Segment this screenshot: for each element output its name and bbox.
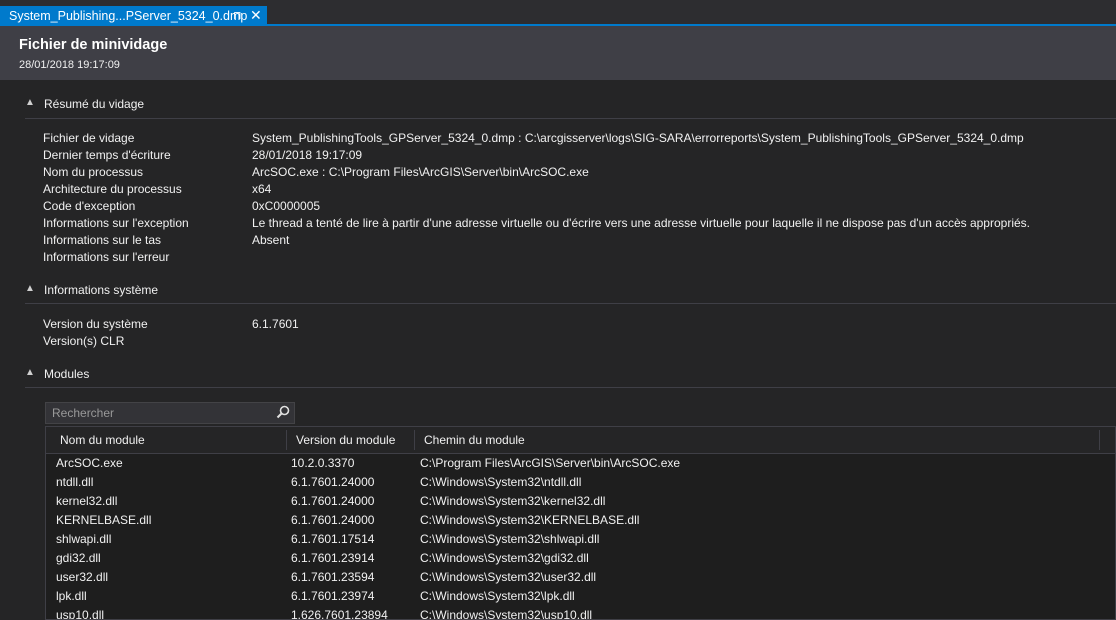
- column-header-path[interactable]: Chemin du module: [424, 433, 525, 447]
- section-system-label[interactable]: Informations système: [44, 283, 158, 297]
- column-resize-handle[interactable]: [286, 430, 287, 450]
- summary-row: Code d'exception 0xC0000005: [43, 199, 1103, 216]
- summary-value: Le thread a tenté de lire à partir d'une…: [252, 216, 1030, 230]
- chevron-up-icon[interactable]: ▲: [25, 367, 35, 378]
- section-header-summary[interactable]: ▲ Résumé du vidage: [25, 96, 1116, 114]
- summary-value: System_PublishingTools_GPServer_5324_0.d…: [252, 131, 1024, 145]
- search-placeholder[interactable]: Rechercher: [52, 406, 114, 420]
- section-divider: [25, 303, 1116, 304]
- table-header: Nom du module Version du module Chemin d…: [46, 427, 1115, 454]
- chevron-up-icon[interactable]: ▲: [25, 97, 35, 108]
- module-version: 6.1.7601.23974: [291, 589, 375, 603]
- summary-row: Fichier de vidage System_PublishingTools…: [43, 131, 1103, 148]
- pin-tab-icon[interactable]: ⊓: [233, 9, 242, 22]
- system-value: 6.1.7601: [252, 317, 299, 331]
- column-resize-handle[interactable]: [1099, 430, 1100, 450]
- module-name: usp10.dll: [56, 608, 105, 620]
- document-tab[interactable]: System_Publishing...PServer_5324_0.dmp ⊓…: [0, 6, 267, 26]
- system-key: Version du système: [43, 317, 148, 331]
- section-header-system[interactable]: ▲ Informations système: [25, 282, 1116, 300]
- modules-table: Nom du module Version du module Chemin d…: [45, 426, 1116, 620]
- summary-row: Nom du processus ArcSOC.exe : C:\Program…: [43, 165, 1103, 182]
- summary-value: Absent: [252, 233, 290, 247]
- summary-key: Fichier de vidage: [43, 131, 135, 145]
- search-icon[interactable]: [276, 405, 290, 422]
- column-header-name[interactable]: Nom du module: [60, 433, 145, 447]
- module-version: 6.1.7601.23914: [291, 551, 375, 565]
- table-row[interactable]: usp10.dll 1.626.7601.23894 C:\Windows\Sy…: [46, 606, 1115, 620]
- system-row: Version du système 6.1.7601: [43, 317, 1103, 334]
- module-version: 1.626.7601.23894: [291, 608, 388, 620]
- document-tab-bar: System_Publishing...PServer_5324_0.dmp ⊓…: [0, 0, 1116, 26]
- module-path: C:\Program Files\ArcGIS\Server\bin\ArcSO…: [420, 456, 681, 470]
- summary-value: 28/01/2018 19:17:09: [252, 148, 363, 162]
- module-name: lpk.dll: [56, 589, 87, 603]
- summary-row: Informations sur le tas Absent: [43, 233, 1103, 250]
- table-row[interactable]: shlwapi.dll 6.1.7601.17514 C:\Windows\Sy…: [46, 530, 1115, 549]
- summary-key: Nom du processus: [43, 165, 144, 179]
- summary-row: Informations sur l'exception Le thread a…: [43, 216, 1103, 233]
- summary-key: Informations sur l'exception: [43, 216, 189, 230]
- summary-value: x64: [252, 182, 272, 196]
- table-row[interactable]: user32.dll 6.1.7601.23594 C:\Windows\Sys…: [46, 568, 1115, 587]
- module-name: kernel32.dll: [56, 494, 118, 508]
- section-divider: [25, 387, 1116, 388]
- module-name: KERNELBASE.dll: [56, 513, 152, 527]
- table-row[interactable]: ntdll.dll 6.1.7601.24000 C:\Windows\Syst…: [46, 473, 1115, 492]
- column-resize-handle[interactable]: [414, 430, 415, 450]
- table-row[interactable]: ArcSOC.exe 10.2.0.3370 C:\Program Files\…: [46, 454, 1115, 473]
- section-modules-label[interactable]: Modules: [44, 367, 89, 381]
- module-path: C:\Windows\System32\gdi32.dll: [420, 551, 589, 565]
- section-divider: [25, 118, 1116, 119]
- table-row[interactable]: kernel32.dll 6.1.7601.24000 C:\Windows\S…: [46, 492, 1115, 511]
- module-name: user32.dll: [56, 570, 109, 584]
- module-version: 6.1.7601.23594: [291, 570, 375, 584]
- module-version: 6.1.7601.24000: [291, 475, 375, 489]
- summary-row: Architecture du processus x64: [43, 182, 1103, 199]
- module-name: gdi32.dll: [56, 551, 101, 565]
- module-search-input[interactable]: Rechercher: [45, 402, 295, 424]
- module-version: 6.1.7601.24000: [291, 494, 375, 508]
- module-path: C:\Windows\System32\kernel32.dll: [420, 494, 606, 508]
- summary-key: Informations sur le tas: [43, 233, 162, 247]
- module-version: 6.1.7601.17514: [291, 532, 375, 546]
- page-date: 28/01/2018 19:17:09: [19, 59, 120, 71]
- close-tab-icon[interactable]: ✕: [250, 7, 262, 24]
- summary-value: 0xC0000005: [252, 199, 321, 213]
- module-name: shlwapi.dll: [56, 532, 112, 546]
- module-path: C:\Windows\System32\ntdll.dll: [420, 475, 582, 489]
- module-path: C:\Windows\System32\usp10.dll: [420, 608, 593, 620]
- module-name: ntdll.dll: [56, 475, 94, 489]
- table-row[interactable]: gdi32.dll 6.1.7601.23914 C:\Windows\Syst…: [46, 549, 1115, 568]
- table-row[interactable]: KERNELBASE.dll 6.1.7601.24000 C:\Windows…: [46, 511, 1115, 530]
- module-path: C:\Windows\System32\shlwapi.dll: [420, 532, 600, 546]
- module-path: C:\Windows\System32\lpk.dll: [420, 589, 575, 603]
- page-header: Fichier de minividage 28/01/2018 19:17:0…: [0, 26, 1116, 80]
- summary-row: Dernier temps d'écriture 28/01/2018 19:1…: [43, 148, 1103, 165]
- section-summary-label[interactable]: Résumé du vidage: [44, 97, 144, 111]
- summary-value: ArcSOC.exe : C:\Program Files\ArcGIS\Ser…: [252, 165, 589, 179]
- chevron-up-icon[interactable]: ▲: [25, 283, 35, 294]
- table-row[interactable]: lpk.dll 6.1.7601.23974 C:\Windows\System…: [46, 587, 1115, 606]
- summary-key: Informations sur l'erreur: [43, 250, 170, 264]
- system-row: Version(s) CLR: [43, 334, 1103, 351]
- system-key: Version(s) CLR: [43, 334, 125, 348]
- summary-key: Code d'exception: [43, 199, 136, 213]
- module-version: 10.2.0.3370: [291, 456, 355, 470]
- summary-key: Architecture du processus: [43, 182, 182, 196]
- summary-key: Dernier temps d'écriture: [43, 148, 171, 162]
- section-header-modules[interactable]: ▲ Modules: [25, 366, 1116, 384]
- column-header-version[interactable]: Version du module: [296, 433, 395, 447]
- module-name: ArcSOC.exe: [56, 456, 123, 470]
- module-version: 6.1.7601.24000: [291, 513, 375, 527]
- page-title: Fichier de minividage: [19, 37, 168, 53]
- summary-row: Informations sur l'erreur: [43, 250, 1103, 267]
- module-path: C:\Windows\System32\KERNELBASE.dll: [420, 513, 640, 527]
- document-tab-title[interactable]: System_Publishing...PServer_5324_0.dmp: [9, 9, 247, 23]
- module-path: C:\Windows\System32\user32.dll: [420, 570, 597, 584]
